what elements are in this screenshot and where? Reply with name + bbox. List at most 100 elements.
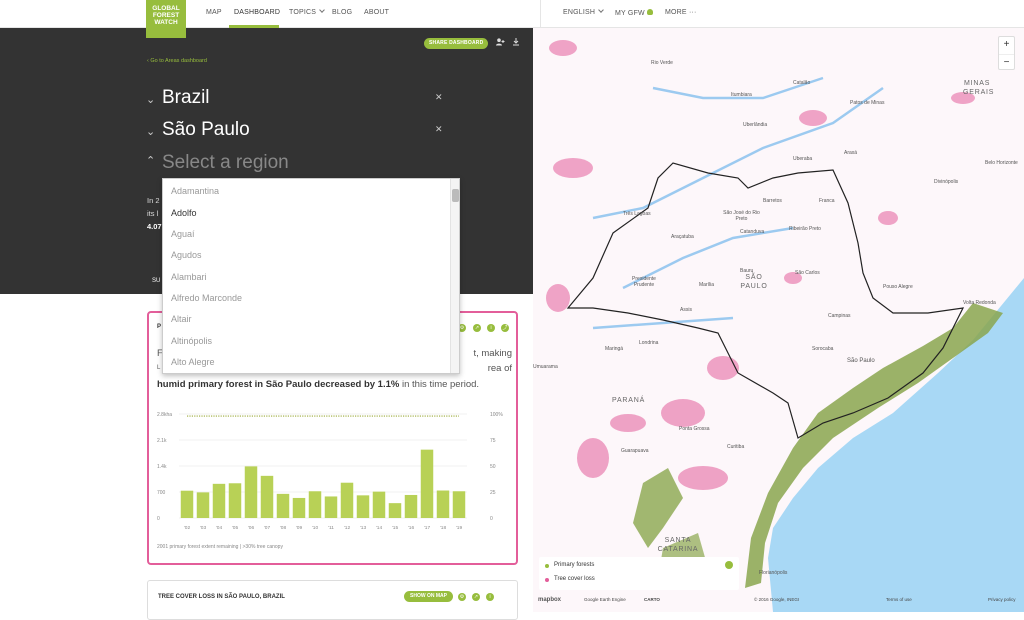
- dropdown-option[interactable]: Agudos: [171, 250, 202, 260]
- chart-bar: [276, 493, 290, 518]
- map-label: Araçatuba: [671, 234, 694, 240]
- sentence-fragment: L: [157, 365, 161, 371]
- zoom-in-button[interactable]: +: [999, 37, 1014, 53]
- map-label: Ribeirão Preto: [789, 226, 821, 232]
- clear-country-icon[interactable]: ✕: [435, 92, 443, 103]
- map-label: São Paulo: [847, 358, 875, 364]
- map-label: Uberaba: [793, 156, 813, 162]
- x-tick-label: '02: [184, 525, 191, 531]
- y2-tick-label: 0: [490, 516, 493, 522]
- dropdown-option[interactable]: Alfredo Marconde: [171, 293, 242, 303]
- map-label: Maringá: [605, 346, 624, 352]
- map-label: Assis: [680, 307, 692, 313]
- map-label: Rio Verde: [651, 60, 673, 66]
- language-label: ENGLISH: [563, 9, 596, 16]
- clear-state-icon[interactable]: ✕: [435, 124, 443, 135]
- my-gfw-label: MY GFW: [615, 10, 645, 17]
- share-icon[interactable]: ⤴: [501, 324, 509, 332]
- sentence-fragment: t, making: [473, 348, 512, 359]
- summary-text: 4.07: [147, 222, 162, 231]
- nav-map[interactable]: MAP: [206, 9, 222, 16]
- more-menu[interactable]: MORE ···: [665, 9, 697, 16]
- map-label: Campinas: [828, 313, 851, 319]
- chart-bar: [244, 466, 258, 518]
- region-dropdown-list[interactable]: Adamantina Adolfo Aguaí Agudos Alambari …: [162, 178, 460, 374]
- add-user-icon[interactable]: [495, 38, 505, 48]
- info-icon[interactable]: i: [486, 593, 494, 601]
- dropdown-option[interactable]: Aguaí: [171, 229, 195, 239]
- x-tick-label: '16: [408, 525, 415, 531]
- gfw-logo[interactable]: GLOBAL FOREST WATCH: [146, 0, 186, 38]
- map-label: SANTA CATARINA: [657, 537, 699, 553]
- x-tick-label: '12: [344, 525, 351, 531]
- x-tick-label: '04: [216, 525, 223, 531]
- nav-blog[interactable]: BLOG: [332, 9, 352, 16]
- map-graphics: [546, 40, 1024, 612]
- logo-line: WATCH: [154, 19, 178, 26]
- chart-bar: [308, 491, 322, 518]
- map-label: Itumbiara: [731, 92, 752, 98]
- share-icon[interactable]: ↗: [473, 324, 481, 332]
- country-selector[interactable]: ⌄ Brazil ✕: [146, 86, 446, 110]
- attribution-text: Google Earth Engine: [584, 597, 626, 602]
- map-label: Umuarama: [533, 364, 558, 370]
- x-tick-label: '08: [280, 525, 287, 531]
- nav-topics[interactable]: TOPICS: [289, 7, 325, 16]
- tree-cover-loss-widget: TREE COVER LOSS IN SÃO PAULO, BRAZIL SHO…: [147, 580, 518, 620]
- legend-swatch: [545, 578, 549, 582]
- map-label: Divinópolis: [934, 179, 959, 185]
- sentence-fragment: rea of: [487, 363, 512, 374]
- y2-tick-label: 75: [490, 438, 496, 444]
- dropdown-option[interactable]: Adolfo: [171, 208, 197, 218]
- x-tick-label: '10: [312, 525, 319, 531]
- chart-bar: [420, 449, 434, 518]
- country-value: Brazil: [162, 87, 210, 108]
- map-label: Ponta Grossa: [679, 426, 710, 432]
- chart-bar: [356, 495, 370, 518]
- x-tick-label: '05: [232, 525, 239, 531]
- chevron-down-icon: ⌄: [146, 94, 156, 106]
- chart-bar: [260, 475, 274, 518]
- map-attribution: mapbox Google Earth Engine CARTO © 2016 …: [536, 596, 1021, 606]
- share-dashboard-button[interactable]: SHARE DASHBOARD: [424, 38, 489, 49]
- nav-about[interactable]: ABOUT: [364, 9, 389, 16]
- privacy-link[interactable]: Privacy policy: [988, 597, 1016, 602]
- map-label: Marília: [699, 282, 715, 288]
- language-selector[interactable]: ENGLISH: [563, 7, 604, 16]
- x-tick-label: '06: [248, 525, 255, 531]
- dropdown-option[interactable]: Adamantina: [171, 186, 219, 196]
- carto-logo: CARTO: [644, 597, 660, 602]
- dropdown-scrollbar[interactable]: [450, 179, 459, 373]
- map-label: Três Lagoas: [623, 211, 651, 217]
- x-tick-label: '09: [296, 525, 303, 531]
- nav-divider: [540, 0, 541, 28]
- back-to-areas-link[interactable]: ‹ Go to Areas dashboard: [147, 58, 207, 64]
- dropdown-option[interactable]: Altair: [171, 314, 192, 324]
- show-on-map-button[interactable]: SHOW ON MAP: [404, 591, 453, 602]
- dropdown-option[interactable]: Alto Alegre: [171, 357, 215, 367]
- user-icon: [647, 9, 654, 15]
- state-selector[interactable]: ⌄ São Paulo ✕: [146, 118, 446, 142]
- terms-link[interactable]: Terms of use: [886, 597, 912, 602]
- nav-dashboard[interactable]: DASHBOARD: [234, 9, 280, 16]
- region-selector[interactable]: ⌃ Select a region: [146, 151, 446, 175]
- mapbox-logo[interactable]: mapbox: [538, 597, 561, 603]
- share-icon[interactable]: ↗: [472, 593, 480, 601]
- map-label: Volta Redonda: [963, 300, 996, 306]
- my-gfw-link[interactable]: MY GFW: [615, 9, 654, 17]
- scrollbar-thumb[interactable]: [452, 189, 459, 202]
- dropdown-option[interactable]: Alambari: [171, 272, 207, 282]
- legend-toggle-icon[interactable]: [725, 561, 733, 569]
- zoom-out-button[interactable]: −: [999, 54, 1014, 70]
- summary-text: In 2: [147, 196, 160, 205]
- settings-icon[interactable]: ⚙: [458, 593, 466, 601]
- widget-title: TREE COVER LOSS IN SÃO PAULO, BRAZIL: [158, 594, 285, 600]
- dropdown-option[interactable]: Altinópolis: [171, 336, 212, 346]
- download-icon[interactable]: [511, 38, 521, 48]
- tab-summary[interactable]: SU: [152, 278, 160, 284]
- info-icon[interactable]: i: [487, 324, 495, 332]
- chevron-down-icon: [598, 7, 604, 13]
- chart-bar: [372, 491, 386, 518]
- map-canvas[interactable]: Rio Verde Catalão MINAS GERAIS Itumbiara…: [533, 28, 1024, 612]
- chart-bar: [404, 494, 418, 518]
